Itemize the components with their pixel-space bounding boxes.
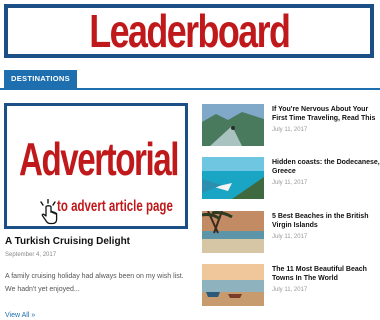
tab-destinations[interactable]: DESTINATIONS: [4, 70, 77, 88]
article-item[interactable]: The 11 Most Beautiful Beach Towns In The…: [202, 264, 380, 308]
article-title[interactable]: 5 Best Beaches in the British Virgin Isl…: [272, 212, 380, 230]
article-thumbnail[interactable]: [202, 264, 264, 306]
article-date: July 11, 2017: [272, 234, 308, 240]
feature-article-title[interactable]: A Turkish Cruising Delight: [5, 236, 130, 247]
article-item[interactable]: Hidden coasts: the Dodecanese, Greece Ju…: [202, 157, 380, 201]
advertorial-link[interactable]: to advert article page: [57, 198, 173, 216]
hand-cursor-icon: [40, 199, 58, 225]
article-title[interactable]: Hidden coasts: the Dodecanese, Greece: [272, 158, 380, 176]
feature-article-excerpt: A family cruising holiday had always bee…: [5, 273, 184, 293]
leaderboard-label: Leaderboard: [88, 5, 291, 57]
article-thumbnail[interactable]: [202, 104, 264, 146]
feature-article-date: September 4, 2017: [5, 252, 57, 258]
article-date: July 11, 2017: [272, 180, 308, 186]
article-date: July 11, 2017: [272, 287, 308, 293]
view-all-link[interactable]: View All »: [5, 312, 35, 319]
article-title[interactable]: The 11 Most Beautiful Beach Towns In The…: [272, 265, 380, 283]
leaderboard-ad[interactable]: Leaderboard: [4, 4, 374, 58]
article-thumbnail[interactable]: [202, 211, 264, 253]
advertorial-title: Advertorial: [19, 133, 179, 185]
section-tabbar: DESTINATIONS: [0, 70, 380, 90]
article-item[interactable]: If You're Nervous About Your First Time …: [202, 104, 380, 148]
article-date: July 11, 2017: [272, 127, 308, 133]
article-title[interactable]: If You're Nervous About Your First Time …: [272, 105, 380, 123]
article-thumbnail[interactable]: [202, 157, 264, 199]
advertorial-ad[interactable]: Advertorial to advert article page: [4, 103, 188, 229]
article-item[interactable]: 5 Best Beaches in the British Virgin Isl…: [202, 211, 380, 255]
